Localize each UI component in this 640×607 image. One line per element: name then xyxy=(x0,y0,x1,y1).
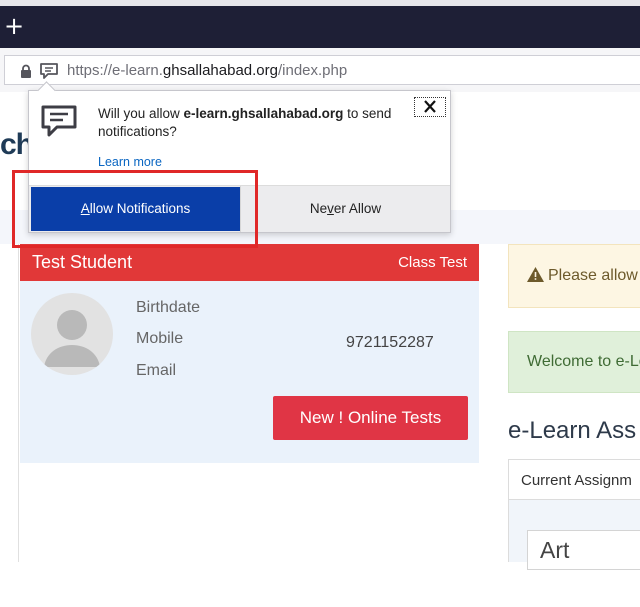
mobile-label: Mobile xyxy=(136,330,184,347)
avatar xyxy=(31,293,113,375)
subject-title: Art xyxy=(540,537,570,563)
student-card: Test Student Class Test Birthdate Mobile… xyxy=(20,244,479,463)
permission-message: Will you allow e-learn.ghsallahabad.org … xyxy=(98,106,392,139)
highlight-annotation xyxy=(12,170,258,248)
email-label: Email xyxy=(136,362,177,379)
plus-icon: + xyxy=(3,12,25,40)
student-name: Test Student xyxy=(32,252,133,272)
url-domain: ghsallahabad.org xyxy=(162,62,278,79)
learn-more-link[interactable]: Learn more xyxy=(98,155,162,169)
subject-card[interactable]: Art xyxy=(527,530,640,570)
permission-site: e-learn.ghsallahabad.org xyxy=(183,106,344,121)
browser-tab-bar: + xyxy=(0,0,640,48)
url-text[interactable]: https://e-learn.ghsallahabad.org/index.p… xyxy=(67,62,347,79)
welcome-text: Welcome to e-Le xyxy=(527,353,640,370)
lock-icon[interactable] xyxy=(19,64,33,78)
url-path: /index.php xyxy=(277,62,348,79)
assignments-panel: Art xyxy=(508,500,640,570)
warning-text: Please allow xyxy=(548,267,638,284)
class-test-link[interactable]: Class Test xyxy=(398,254,467,271)
url-prefix: https://e-learn. xyxy=(67,62,163,79)
student-card-header: Test Student Class Test xyxy=(20,244,479,281)
warning-icon xyxy=(527,267,544,282)
assignments-title: e-Learn Ass xyxy=(508,417,637,444)
birthdate-label: Birthdate xyxy=(136,299,201,316)
never-allow-button[interactable]: Never Allow xyxy=(240,186,450,232)
welcome-alert: Welcome to e-Le xyxy=(508,331,640,393)
online-tests-button[interactable]: New ! Online Tests xyxy=(273,396,468,440)
warning-alert: Please allow xyxy=(508,244,640,308)
user-silhouette-icon xyxy=(44,310,100,367)
notification-speech-bubble-icon xyxy=(41,105,77,137)
address-bar-container: https://e-learn.ghsallahabad.org/index.p… xyxy=(0,48,640,92)
mobile-value: 9721152287 xyxy=(346,334,434,351)
tab-strip xyxy=(0,0,640,6)
tab-current-assignments[interactable]: Current Assignm xyxy=(508,459,640,500)
close-icon xyxy=(424,100,436,113)
new-tab-button[interactable]: + xyxy=(2,14,26,38)
content-border xyxy=(18,244,19,562)
tab-label: Current Assignm xyxy=(521,472,632,489)
notification-permission-icon[interactable] xyxy=(39,62,59,80)
close-button[interactable] xyxy=(414,97,446,117)
address-bar[interactable]: https://e-learn.ghsallahabad.org/index.p… xyxy=(4,55,640,85)
